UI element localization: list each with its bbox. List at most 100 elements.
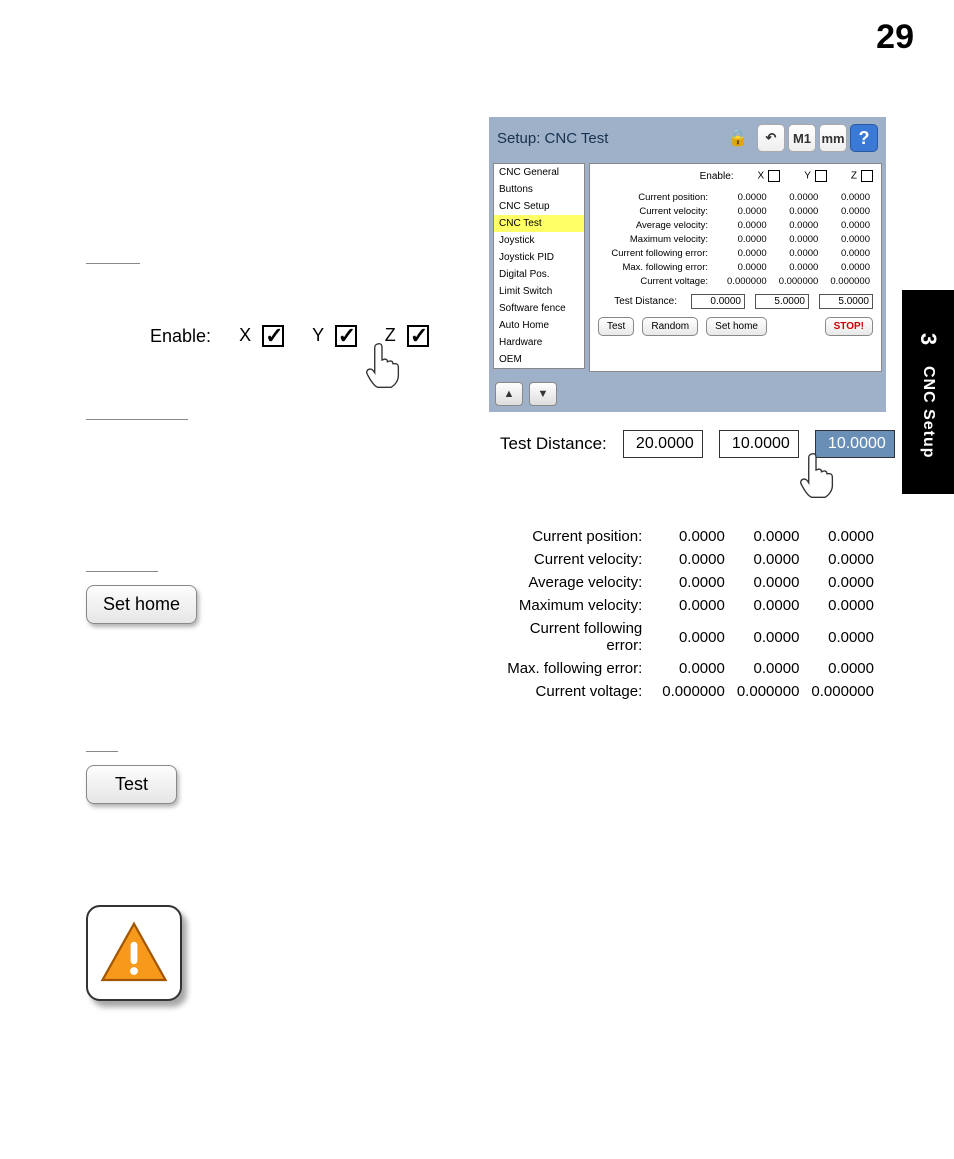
axis-x-label: X (239, 325, 251, 345)
row-label: Current velocity: (598, 204, 718, 218)
row-value: 0.0000 (770, 232, 822, 246)
side-tab: 3 CNC Setup (902, 290, 954, 494)
row-value: 0.0000 (718, 190, 770, 204)
row-value: 0.0000 (731, 617, 806, 657)
td-big-label: Test Distance: (500, 434, 607, 454)
row-value: 0.0000 (656, 571, 731, 594)
help-button[interactable]: ? (850, 124, 878, 152)
content-enable-x-checkbox[interactable] (768, 170, 780, 182)
row-value: 0.0000 (821, 204, 873, 218)
section-title: CNC Setup (919, 366, 937, 459)
undo-button[interactable]: ↶ (757, 124, 785, 152)
row-value: 0.0000 (770, 218, 822, 232)
td-big-y-input[interactable]: 10.0000 (719, 430, 799, 458)
content-sethome-button[interactable]: Set home (706, 317, 767, 336)
table-row: Maximum velocity:0.00000.00000.0000 (490, 594, 880, 617)
row-value: 0.0000 (805, 657, 880, 680)
sidebar-item[interactable]: Joystick (494, 232, 584, 249)
row-value: 0.000000 (821, 274, 873, 288)
row-value: 0.0000 (731, 571, 806, 594)
td-big-z-input[interactable]: 10.0000 (815, 430, 895, 458)
lock-icon[interactable]: 🔒 (728, 128, 748, 148)
row-value: 0.0000 (805, 617, 880, 657)
sidebar-item[interactable]: Limit Switch (494, 283, 584, 300)
content-button-row: Test Random Set home STOP! (598, 317, 873, 336)
row-label: Max. following error: (598, 260, 718, 274)
row-label: Current following error: (598, 246, 718, 260)
sidebar-item[interactable]: CNC General (494, 164, 584, 181)
content-data-table: Current position:0.00000.00000.0000Curre… (598, 190, 873, 288)
nav-up-button[interactable]: ▲ (495, 382, 523, 406)
row-value: 0.000000 (718, 274, 770, 288)
content-td-y-input[interactable] (755, 294, 809, 309)
td-big-x-input[interactable]: 20.0000 (623, 430, 703, 458)
content-enable-z-checkbox[interactable] (861, 170, 873, 182)
test-button[interactable]: Test (86, 765, 177, 804)
enable-y-checkbox[interactable] (335, 325, 357, 347)
table-row: Current voltage:0.0000000.0000000.000000 (490, 680, 880, 703)
sidebar-item[interactable]: CNC Setup (494, 198, 584, 215)
test-distance-row-enlarged: Test Distance: 20.0000 10.0000 10.0000 (500, 430, 895, 458)
sidebar-item[interactable]: Digital Pos. (494, 266, 584, 283)
mm-button[interactable]: mm (819, 124, 847, 152)
table-row: Current velocity:0.00000.00000.0000 (598, 204, 873, 218)
content-enable-y-checkbox[interactable] (815, 170, 827, 182)
window-title: Setup: CNC Test (497, 130, 608, 147)
content-test-button[interactable]: Test (598, 317, 634, 336)
row-value: 0.0000 (656, 617, 731, 657)
content-axis-x: X (758, 170, 781, 182)
row-value: 0.0000 (731, 657, 806, 680)
table-row: Max. following error:0.00000.00000.0000 (490, 657, 880, 680)
m1-button[interactable]: M1 (788, 124, 816, 152)
content-stop-button[interactable]: STOP! (825, 317, 873, 336)
sidebar-item[interactable]: Buttons (494, 181, 584, 198)
row-value: 0.0000 (731, 594, 806, 617)
row-value: 0.000000 (805, 680, 880, 703)
row-value: 0.0000 (656, 525, 731, 548)
heading-underline (86, 571, 158, 572)
sidebar-item[interactable]: Software fence (494, 300, 584, 317)
content-td-z-input[interactable] (819, 294, 873, 309)
table-row: Current following error:0.00000.00000.00… (490, 617, 880, 657)
row-value: 0.0000 (805, 594, 880, 617)
sidebar-item[interactable]: Hardware (494, 334, 584, 351)
content-random-button[interactable]: Random (642, 317, 698, 336)
enable-x-checkbox[interactable] (262, 325, 284, 347)
set-home-button[interactable]: Set home (86, 585, 197, 624)
row-value: 0.0000 (821, 246, 873, 260)
row-value: 0.0000 (821, 232, 873, 246)
nav-down-button[interactable]: ▼ (529, 382, 557, 406)
row-value: 0.0000 (718, 246, 770, 260)
content-axis-z: Z (851, 170, 873, 182)
sidebar-item[interactable]: Joystick PID (494, 249, 584, 266)
row-label: Current voltage: (598, 274, 718, 288)
stats-table-enlarged: Current position:0.00000.00000.0000Curre… (490, 525, 880, 703)
row-label: Max. following error: (490, 657, 656, 680)
enable-z-checkbox[interactable] (407, 325, 429, 347)
row-label: Current position: (598, 190, 718, 204)
table-row: Average velocity:0.00000.00000.0000 (598, 218, 873, 232)
row-value: 0.0000 (656, 657, 731, 680)
table-row: Average velocity:0.00000.00000.0000 (490, 571, 880, 594)
row-value: 0.000000 (656, 680, 731, 703)
content-td-x-input[interactable] (691, 294, 745, 309)
axis-y-label: Y (312, 325, 324, 345)
row-value: 0.0000 (821, 218, 873, 232)
axis-z-label: Z (385, 325, 396, 345)
sidebar-item[interactable]: OEM (494, 351, 584, 368)
axis-y-wrap: Y (312, 325, 357, 347)
row-value: 0.0000 (656, 548, 731, 571)
row-label: Current position: (490, 525, 656, 548)
table-row: Current velocity:0.00000.00000.0000 (490, 548, 880, 571)
table-row: Current voltage:0.0000000.0000000.000000 (598, 274, 873, 288)
settings-sidebar: CNC GeneralButtonsCNC SetupCNC TestJoyst… (493, 163, 585, 369)
row-value: 0.0000 (770, 246, 822, 260)
row-value: 0.0000 (821, 190, 873, 204)
sidebar-item[interactable]: CNC Test (494, 215, 584, 232)
row-label: Current velocity: (490, 548, 656, 571)
axis-x-wrap: X (239, 325, 284, 347)
sidebar-item[interactable]: Auto Home (494, 317, 584, 334)
row-value: 0.0000 (805, 548, 880, 571)
row-value: 0.0000 (770, 190, 822, 204)
row-value: 0.0000 (718, 232, 770, 246)
